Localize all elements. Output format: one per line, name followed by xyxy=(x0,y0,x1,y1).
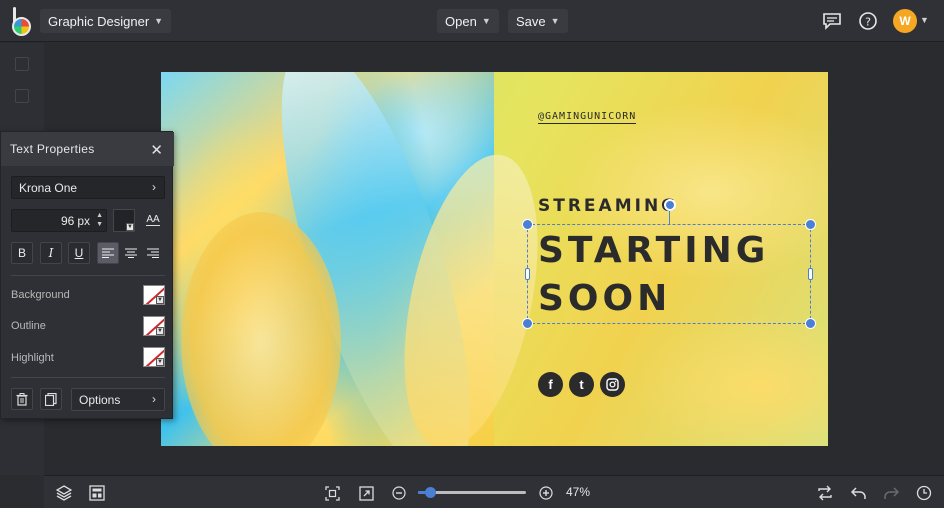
divider xyxy=(11,275,165,276)
duplicate-button[interactable] xyxy=(40,388,62,410)
zoom-slider-handle[interactable] xyxy=(425,487,437,498)
save-button[interactable]: Save ▼ xyxy=(508,9,568,33)
resize-handle-bottom-right[interactable] xyxy=(805,318,816,329)
zoom-out-icon[interactable] xyxy=(390,484,408,502)
help-icon[interactable]: ? xyxy=(857,10,879,32)
chevron-down-icon: ▼ xyxy=(156,296,164,304)
resize-handle-bottom-left[interactable] xyxy=(522,318,533,329)
italic-button[interactable]: I xyxy=(40,242,62,264)
svg-text:?: ? xyxy=(865,16,871,29)
chevron-right-icon: › xyxy=(152,392,156,406)
resize-handle-right[interactable] xyxy=(808,268,813,280)
tool-icon[interactable] xyxy=(15,57,29,71)
panel-header: Text Properties xyxy=(1,132,174,166)
chevron-down-icon: ▼ xyxy=(481,16,491,26)
align-left-icon xyxy=(102,248,114,258)
design-canvas[interactable]: @GAMINGUNICORN STREAMING STARTING SOON f… xyxy=(161,72,828,446)
swap-icon[interactable] xyxy=(816,484,834,502)
bottom-bar: 47% xyxy=(44,475,944,508)
top-bar: Graphic Designer ▼ Open ▼ Save ▼ ? W ▼ xyxy=(0,0,944,42)
rotation-line xyxy=(669,210,670,224)
background-color-swatch[interactable]: ▼ xyxy=(143,285,165,305)
font-size-input[interactable]: 96 px ▲ ▼ xyxy=(11,209,107,232)
chevron-down-icon: ▼ xyxy=(126,223,134,231)
chevron-down-icon: ▼ xyxy=(156,358,164,366)
underline-label: U xyxy=(74,246,84,260)
highlight-label: Highlight xyxy=(11,352,54,364)
fit-screen-icon[interactable] xyxy=(323,484,341,502)
tumblr-icon[interactable]: t xyxy=(569,372,594,397)
stepper-icon[interactable]: ▲ ▼ xyxy=(96,211,103,229)
align-center-button[interactable] xyxy=(120,242,142,264)
panel-title: Text Properties xyxy=(10,142,95,156)
zoom-slider[interactable] xyxy=(418,487,526,498)
bold-button[interactable]: B xyxy=(11,242,33,264)
background-label: Background xyxy=(11,289,70,301)
text-case-label: AA xyxy=(146,214,160,226)
resize-handle-top-right[interactable] xyxy=(805,219,816,230)
open-label: Open xyxy=(445,13,477,29)
chevron-down-icon: ▼ xyxy=(154,16,164,26)
history-icon[interactable] xyxy=(915,484,933,502)
facebook-glyph: f xyxy=(548,377,553,392)
text-color-swatch[interactable]: ▼ xyxy=(113,209,135,232)
resize-handle-top-left[interactable] xyxy=(522,219,533,230)
layers-icon[interactable] xyxy=(55,484,73,502)
tool-icon[interactable] xyxy=(15,89,29,103)
avatar[interactable]: W xyxy=(893,9,917,33)
font-size-value: 96 xyxy=(60,213,75,228)
text-properties-panel: Text Properties ✕ Krona One › 96 px ▲ ▼ ▼… xyxy=(0,131,174,419)
italic-label: I xyxy=(48,246,54,260)
copy-icon xyxy=(45,392,57,406)
chevron-down-icon: ▼ xyxy=(550,16,560,26)
outline-label: Outline xyxy=(11,320,46,332)
divider xyxy=(11,377,165,378)
text-case-button[interactable]: AA xyxy=(142,209,164,231)
font-size-unit: px xyxy=(77,213,90,228)
resize-handle-left[interactable] xyxy=(525,268,530,280)
align-center-icon xyxy=(125,248,137,258)
close-icon[interactable]: ✕ xyxy=(150,141,163,159)
font-family-select[interactable]: Krona One › xyxy=(11,176,165,199)
project-type-label: Graphic Designer xyxy=(48,13,150,29)
comment-icon[interactable] xyxy=(821,10,843,32)
save-label: Save xyxy=(516,13,546,29)
align-right-icon xyxy=(147,248,159,258)
zoom-in-icon[interactable] xyxy=(537,484,555,502)
delete-button[interactable] xyxy=(11,388,33,410)
chevron-down-icon[interactable]: ▼ xyxy=(920,15,929,25)
zoom-percent-label: 47% xyxy=(566,485,591,499)
facebook-icon[interactable]: f xyxy=(538,372,563,397)
instagram-icon[interactable] xyxy=(600,372,625,397)
trash-icon xyxy=(16,392,28,406)
align-left-button[interactable] xyxy=(97,242,119,264)
background-swirl xyxy=(631,312,828,446)
chevron-right-icon: › xyxy=(152,180,156,194)
open-button[interactable]: Open ▼ xyxy=(437,9,499,33)
font-family-value: Krona One xyxy=(19,180,78,195)
befunky-logo-icon[interactable] xyxy=(10,7,34,36)
bold-label: B xyxy=(17,246,26,260)
chevron-down-icon: ▼ xyxy=(156,327,164,335)
selection-box[interactable] xyxy=(527,224,811,324)
underline-button[interactable]: U xyxy=(68,242,90,264)
align-right-button[interactable] xyxy=(142,242,164,264)
rotate-handle[interactable] xyxy=(664,199,676,211)
project-type-dropdown[interactable]: Graphic Designer ▼ xyxy=(40,9,172,33)
design-handle-text[interactable]: @GAMINGUNICORN xyxy=(538,111,637,124)
undo-icon[interactable] xyxy=(850,484,868,502)
outline-color-swatch[interactable]: ▼ xyxy=(143,316,165,336)
tumblr-glyph: t xyxy=(579,377,584,392)
design-streaming-text[interactable]: STREAMING xyxy=(538,196,678,216)
options-button[interactable]: Options › xyxy=(71,388,165,411)
redo-icon[interactable] xyxy=(882,484,900,502)
templates-icon[interactable] xyxy=(88,484,106,502)
highlight-color-swatch[interactable]: ▼ xyxy=(143,347,165,367)
options-label: Options xyxy=(79,392,121,407)
actual-size-icon[interactable] xyxy=(357,484,375,502)
